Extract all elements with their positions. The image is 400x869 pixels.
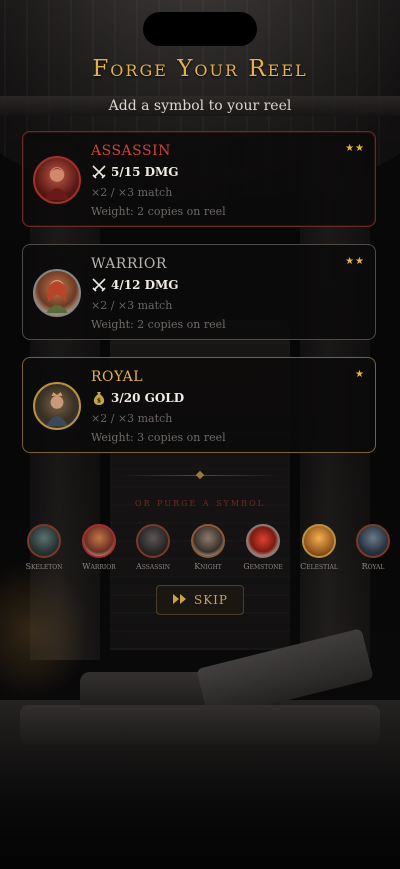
purge-symbol-celestial[interactable]: Celestial: [296, 524, 342, 571]
assassin-portrait: [33, 156, 81, 204]
purge-symbol-label: Warrior: [82, 562, 116, 571]
royal-portrait: [33, 382, 81, 430]
svg-text:$: $: [97, 398, 101, 405]
stat-value: 4/12 DMG: [111, 278, 179, 292]
skip-label: SKIP: [194, 593, 228, 607]
match-multiplier: ×2 / ×3 match: [91, 299, 173, 312]
crossed-swords-icon: [91, 277, 107, 293]
purge-symbol-label: Celestial: [300, 562, 338, 571]
page-subtitle: Add a symbol to your reel: [108, 98, 292, 114]
purge-symbol-label: Assassin: [136, 562, 170, 571]
skeleton-icon: [27, 524, 61, 558]
purge-label: or purge a symbol: [135, 496, 265, 509]
symbol-card-warrior[interactable]: WARRIOR ★★ 4/12 DMG ×2 / ×3 match Weight…: [22, 244, 376, 340]
purge-symbol-gemstone[interactable]: Gemstone: [240, 524, 286, 571]
match-multiplier: ×2 / ×3 match: [91, 186, 173, 199]
purge-symbol-label: Royal: [361, 562, 385, 571]
assassin-icon: [136, 524, 170, 558]
fast-forward-icon: [172, 593, 188, 608]
rarity-stars: ★★: [345, 143, 365, 154]
device-notch: [143, 12, 257, 46]
warrior-icon: [82, 524, 116, 558]
card-name: WARRIOR: [91, 256, 167, 272]
card-name: ROYAL: [91, 369, 144, 385]
reel-weight: Weight: 3 copies on reel: [91, 431, 226, 444]
rarity-stars: ★: [355, 369, 365, 380]
purge-symbol-label: Skeleton: [25, 562, 63, 571]
reel-weight: Weight: 2 copies on reel: [91, 205, 226, 218]
money-bag-icon: $: [91, 390, 107, 406]
reel-weight: Weight: 2 copies on reel: [91, 318, 226, 331]
warrior-portrait: [33, 269, 81, 317]
match-multiplier: ×2 / ×3 match: [91, 412, 173, 425]
page-title: Forge Your Reel: [92, 56, 308, 82]
card-stat: 4/12 DMG: [91, 277, 179, 293]
rarity-stars: ★★: [345, 256, 365, 267]
stat-value: 3/20 GOLD: [111, 391, 185, 405]
purge-symbol-knight[interactable]: Knight: [185, 524, 231, 571]
card-name: ASSASSIN: [91, 143, 171, 159]
purge-symbol-label: Gemstone: [243, 562, 283, 571]
skip-button[interactable]: SKIP: [156, 585, 244, 615]
stat-value: 5/15 DMG: [111, 165, 179, 179]
celestial-icon: [302, 524, 336, 558]
purge-symbol-skeleton[interactable]: Skeleton: [21, 524, 67, 571]
card-stat: $ 3/20 GOLD: [91, 390, 184, 406]
symbol-card-assassin[interactable]: ASSASSIN ★★ 5/15 DMG ×2 / ×3 match Weigh…: [22, 131, 376, 227]
royal-icon: [356, 524, 390, 558]
purge-symbol-royal[interactable]: Royal: [350, 524, 396, 571]
purge-symbol-warrior[interactable]: Warrior: [76, 524, 122, 571]
purge-symbol-assassin[interactable]: Assassin: [130, 524, 176, 571]
gemstone-icon: [246, 524, 280, 558]
purge-symbol-label: Knight: [194, 562, 222, 571]
crossed-swords-icon: [91, 164, 107, 180]
card-stat: 5/15 DMG: [91, 164, 179, 180]
symbol-card-royal[interactable]: ROYAL ★ $ 3/20 GOLD ×2 / ×3 match Weight…: [22, 357, 376, 453]
knight-icon: [191, 524, 225, 558]
